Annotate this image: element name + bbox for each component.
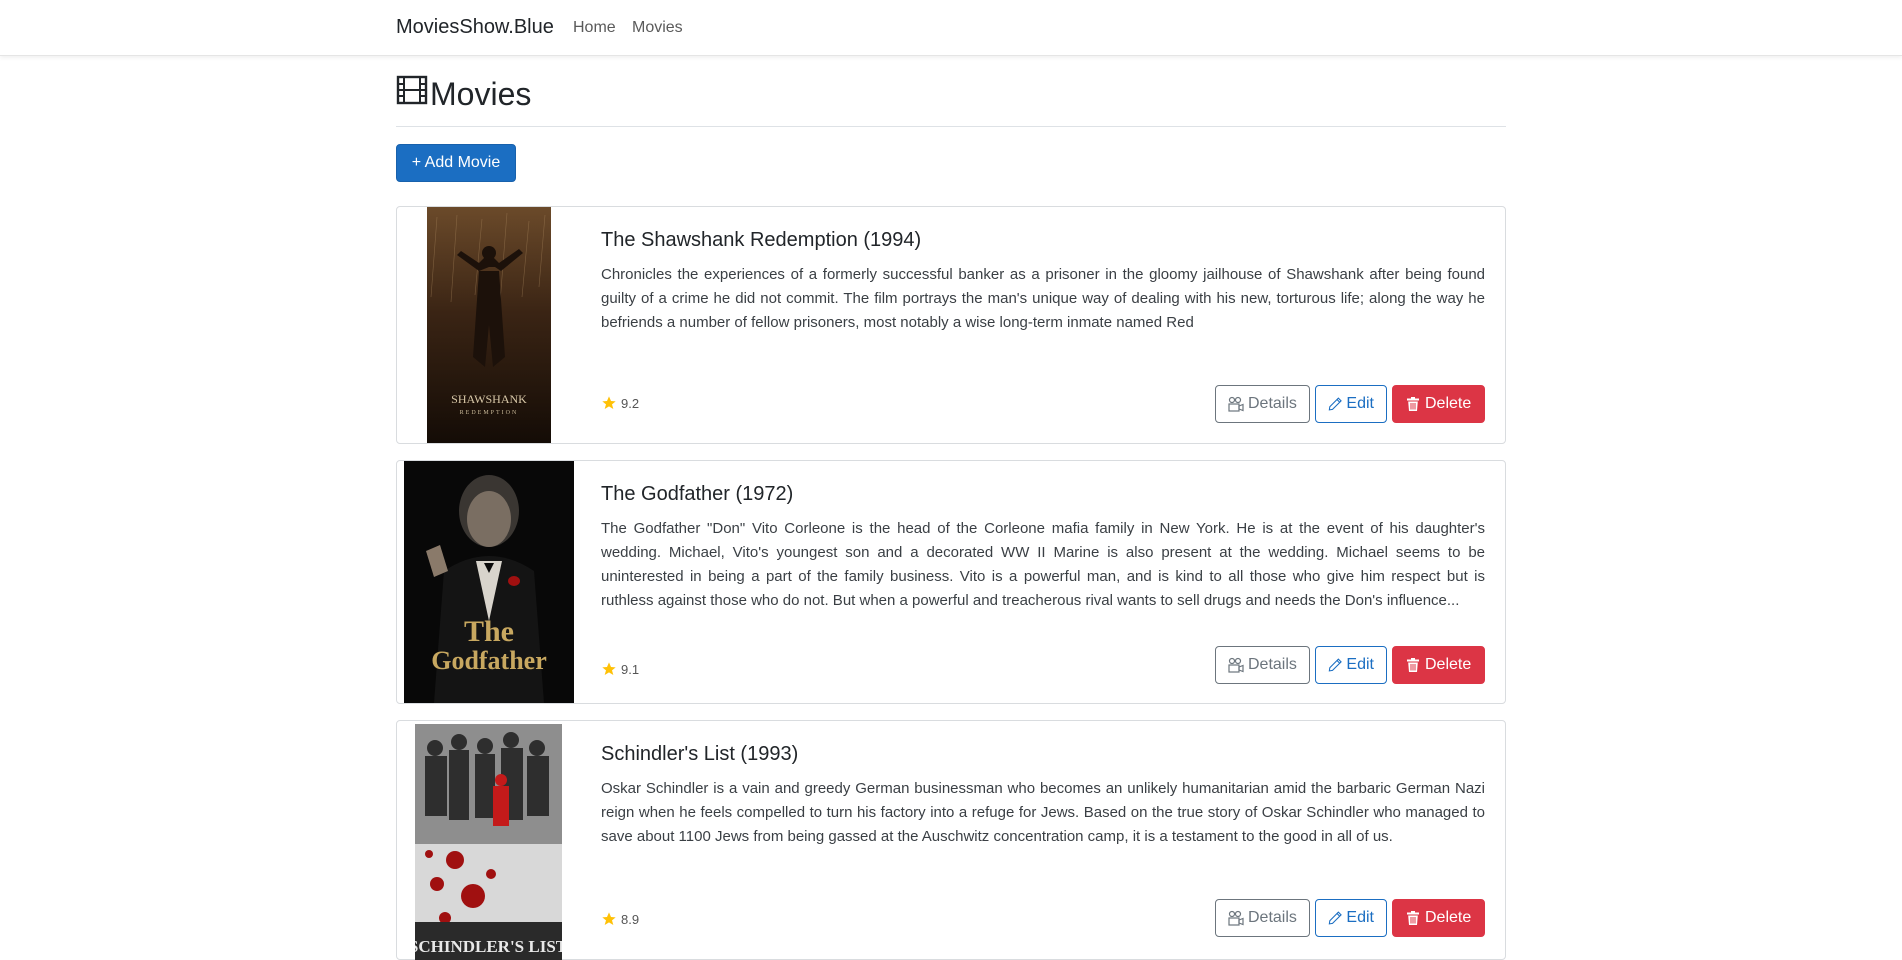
trash-icon [1407,658,1419,672]
movie-poster[interactable]: The Godfather [404,461,574,703]
pencil-icon [1328,397,1342,411]
movie-title[interactable]: The Godfather (1972) [601,483,793,506]
trash-icon [1407,397,1419,411]
star-icon [602,662,616,675]
poster-title: SCHINDLER'S LIST [415,937,562,956]
pencil-icon [1328,911,1342,925]
trash-icon [1407,911,1419,925]
camera-reels-icon [1228,657,1244,673]
brand-link[interactable]: MoviesShow.Blue [396,16,554,39]
movie-rating: 9.1 [601,661,639,677]
rating-value: 9.2 [621,395,640,411]
delete-button[interactable]: Delete [1392,385,1485,423]
movie-rating: 8.9 [601,911,639,927]
card-actions: Details Edit Delete [1215,899,1485,937]
star-icon [602,912,616,925]
movie-title[interactable]: Schindler's List (1993) [601,743,798,766]
movie-card: The Godfather The Godfather (1972) The G… [396,460,1506,704]
movie-title[interactable]: The Shawshank Redemption (1994) [601,229,921,252]
movie-description: The Godfather "Don" Vito Corleone is the… [601,520,1485,609]
edit-button[interactable]: Edit [1315,385,1387,423]
movie-card: SCHINDLER'S LIST Schindler's List (1993)… [396,720,1506,960]
movie-poster[interactable]: SCHINDLER'S LIST [415,724,562,960]
delete-button[interactable]: Delete [1392,899,1485,937]
movie-description: Chronicles the experiences of a formerly… [601,266,1485,331]
edit-button[interactable]: Edit [1315,899,1387,937]
svg-text:REDEMPTION: REDEMPTION [460,410,519,416]
star-icon [602,396,616,409]
rating-value: 8.9 [621,911,640,927]
details-button[interactable]: Details [1215,899,1310,937]
film-icon [396,74,430,114]
movie-description: Oskar Schindler is a vain and greedy Ger… [601,780,1485,845]
movie-rating: 9.2 [601,395,639,411]
delete-button[interactable]: Delete [1392,646,1485,684]
card-actions: Details Edit Delete [1215,385,1485,423]
add-movie-button[interactable]: + Add Movie [396,144,516,182]
details-button[interactable]: Details [1215,385,1310,423]
page-title-text: Movies [430,75,532,112]
top-navbar: MoviesShow.Blue Home Movies [0,0,1902,56]
poster-title: SHAWSHANK [451,392,527,406]
nav-link-movies[interactable]: Movies [632,19,683,37]
svg-text:Godfather: Godfather [431,646,547,675]
card-actions: Details Edit Delete [1215,646,1485,684]
nav-link-home[interactable]: Home [573,19,616,37]
pencil-icon [1328,658,1342,672]
page-title: Movies [396,74,531,114]
details-button[interactable]: Details [1215,646,1310,684]
movie-poster[interactable]: SHAWSHANK REDEMPTION [427,207,551,443]
camera-reels-icon [1228,910,1244,926]
title-divider [396,126,1506,127]
edit-button[interactable]: Edit [1315,646,1387,684]
poster-title: The [464,615,514,648]
movie-card: SHAWSHANK REDEMPTION The Shawshank Redem… [396,206,1506,444]
rating-value: 9.1 [621,661,640,677]
camera-reels-icon [1228,396,1244,412]
